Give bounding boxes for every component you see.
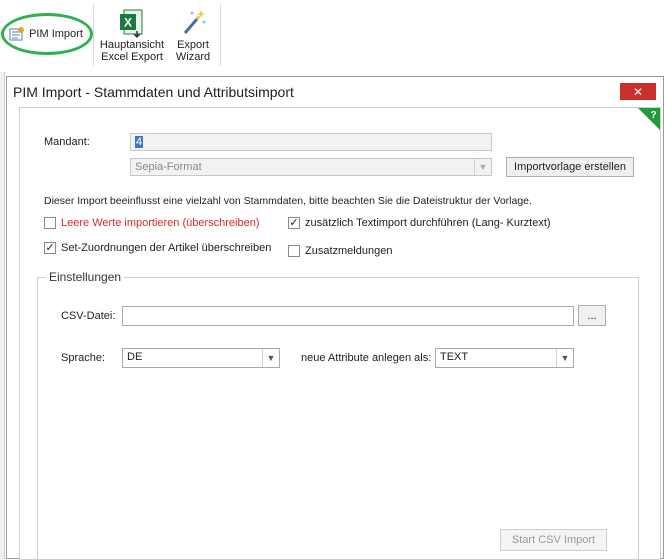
excel-export-button[interactable]: X Hauptansicht Excel Export (96, 4, 168, 66)
export-wizard-label-1: Export (177, 39, 209, 51)
excel-export-label-2: Excel Export (101, 51, 163, 63)
attribute-value: TEXT (440, 351, 469, 363)
browse-button[interactable]: ... (578, 305, 606, 326)
ribbon: PIM Import X Hauptansicht Excel Export E… (0, 0, 664, 72)
importvorlage-button[interactable]: Importvorlage erstellen (506, 157, 634, 177)
leere-werte-label: Leere Werte importieren (überschreiben) (61, 217, 260, 229)
chevron-down-icon[interactable]: ▼ (262, 349, 279, 367)
close-button[interactable]: ✕ (620, 83, 656, 100)
ribbon-separator (220, 4, 221, 66)
browse-label: ... (587, 309, 597, 322)
info-text: Dieser Import beeinflusst eine vielzahl … (44, 195, 532, 207)
attribute-dropdown[interactable]: TEXT ▼ (435, 348, 574, 368)
magic-wand-icon (183, 10, 206, 34)
checkbox-box[interactable] (288, 245, 300, 257)
format-value: Sepia-Format (135, 161, 202, 173)
start-csv-import-button[interactable]: Start CSV Import (500, 529, 607, 551)
mandant-label: Mandant: (44, 136, 90, 148)
excel-icon: X (120, 9, 143, 39)
einstellungen-legend: Einstellungen (46, 270, 125, 284)
checkbox-box[interactable] (44, 217, 56, 229)
background-window-edge (0, 72, 5, 559)
close-icon: ✕ (632, 84, 644, 99)
dialog-title: PIM Import - Stammdaten und Attributsimp… (13, 84, 294, 100)
start-csv-import-label: Start CSV Import (511, 534, 596, 546)
mandant-value: 4 (135, 136, 144, 148)
chevron-down-icon[interactable]: ▼ (474, 159, 491, 175)
help-glyph: ? (650, 110, 656, 121)
dialog-titlebar[interactable]: PIM Import - Stammdaten und Attributsimp… (7, 77, 663, 107)
zusatzmeldungen-label: Zusatzmeldungen (305, 245, 393, 257)
set-zuordnungen-label: Set-Zuordnungen der Artikel überschreibe… (61, 242, 272, 254)
csv-label: CSV-Datei: (61, 310, 116, 322)
importvorlage-label: Importvorlage erstellen (514, 161, 626, 173)
checkbox-box[interactable]: ✓ (44, 242, 56, 254)
format-dropdown[interactable]: Sepia-Format ▼ (130, 158, 492, 176)
leere-werte-checkbox[interactable]: Leere Werte importieren (überschreiben) (44, 217, 260, 229)
export-wizard-label-2: Wizard (175, 51, 211, 63)
highlight-ellipse (1, 13, 93, 55)
textimport-label: zusätzlich Textimport durchführen (Lang-… (305, 217, 551, 229)
export-wizard-button[interactable]: Export Wizard (170, 4, 216, 66)
sprache-dropdown[interactable]: DE ▼ (122, 348, 280, 368)
svg-text:X: X (124, 16, 132, 30)
excel-export-label-1: Hauptansicht (99, 39, 165, 51)
help-icon[interactable]: ? (638, 108, 660, 130)
csv-file-input[interactable] (122, 306, 574, 326)
checkbox-box[interactable]: ✓ (288, 217, 300, 229)
mandant-field[interactable]: 4 (130, 133, 492, 151)
set-zuordnungen-checkbox[interactable]: ✓ Set-Zuordnungen der Artikel überschrei… (44, 242, 271, 254)
zusatzmeldungen-checkbox[interactable]: Zusatzmeldungen (288, 245, 392, 257)
attribute-label: neue Attribute anlegen als: (301, 352, 432, 364)
textimport-checkbox[interactable]: ✓ zusätzlich Textimport durchführen (Lan… (288, 217, 551, 229)
sprache-value: DE (127, 351, 143, 363)
chevron-down-icon[interactable]: ▼ (556, 349, 573, 367)
ribbon-separator (93, 4, 94, 66)
sprache-label: Sprache: (61, 352, 106, 364)
